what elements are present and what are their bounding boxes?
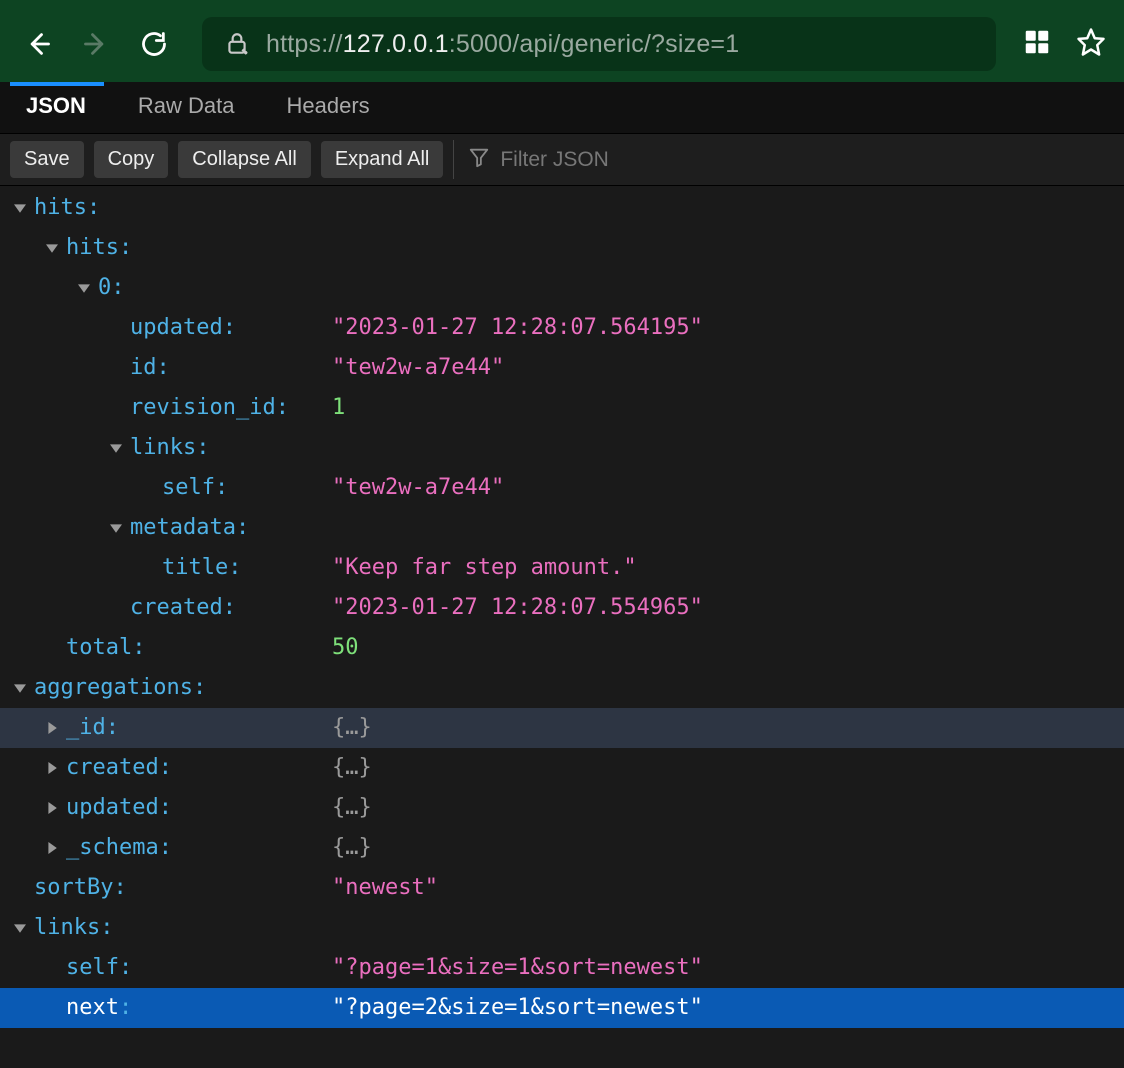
json-row-agg-id[interactable]: _id: {…} — [0, 708, 1124, 748]
json-key: hits — [66, 228, 119, 268]
chevron-down-icon[interactable] — [44, 240, 60, 256]
json-row-hits-hits[interactable]: hits: — [0, 228, 1124, 268]
json-row-id[interactable]: id: "tew2w-a7e44" — [0, 348, 1124, 388]
json-row-toplinks[interactable]: links: — [0, 908, 1124, 948]
chevron-down-icon[interactable] — [12, 920, 28, 936]
url-bar[interactable]: https://127.0.0.1:5000/api/generic/?size… — [202, 17, 996, 71]
tab-raw-data[interactable]: Raw Data — [112, 79, 261, 133]
url-text: https://127.0.0.1:5000/api/generic/?size… — [266, 30, 739, 59]
json-key: aggregations — [34, 668, 193, 708]
grid-icon[interactable] — [1022, 27, 1052, 62]
chevron-right-icon[interactable] — [44, 720, 60, 736]
json-value: "?page=2&size=1&sort=newest" — [332, 988, 703, 1028]
json-row-agg-created[interactable]: created: {…} — [0, 748, 1124, 788]
json-key: _id — [66, 708, 106, 748]
json-row-toplinks-next[interactable]: next: "?page=2&size=1&sort=newest" — [0, 988, 1124, 1028]
json-row-links-self[interactable]: self: "tew2w-a7e44" — [0, 468, 1124, 508]
json-key: created — [66, 748, 159, 788]
json-row-toplinks-self[interactable]: self: "?page=1&size=1&sort=newest" — [0, 948, 1124, 988]
copy-button[interactable]: Copy — [94, 141, 169, 178]
viewer-tabs: JSON Raw Data Headers — [0, 82, 1124, 134]
expand-all-button[interactable]: Expand All — [321, 141, 444, 178]
back-button[interactable] — [18, 24, 58, 64]
json-key: metadata — [130, 508, 236, 548]
filter-wrap — [453, 140, 1114, 179]
json-key: _schema — [66, 828, 159, 868]
chevron-down-icon[interactable] — [12, 200, 28, 216]
tab-json[interactable]: JSON — [0, 79, 112, 133]
json-key: title — [162, 548, 228, 588]
json-key: updated — [66, 788, 159, 828]
filter-icon — [468, 146, 490, 173]
chevron-right-icon[interactable] — [44, 760, 60, 776]
lock-warning-icon — [224, 31, 250, 57]
chevron-right-icon[interactable] — [44, 800, 60, 816]
star-icon[interactable] — [1076, 27, 1106, 62]
json-key: updated — [130, 308, 223, 348]
json-row-idx0[interactable]: 0: — [0, 268, 1124, 308]
json-row-title[interactable]: title: "Keep far step amount." — [0, 548, 1124, 588]
json-row-aggregations[interactable]: aggregations: — [0, 668, 1124, 708]
json-value-collapsed: {…} — [332, 788, 372, 828]
url-host: 127.0.0.1 — [343, 30, 449, 58]
json-value: "2023-01-27 12:28:07.554965" — [332, 588, 703, 628]
json-key: id — [130, 348, 157, 388]
json-key: self — [66, 948, 119, 988]
save-button[interactable]: Save — [10, 141, 84, 178]
tab-headers[interactable]: Headers — [261, 79, 396, 133]
json-value: "Keep far step amount." — [332, 548, 637, 588]
json-key: self — [162, 468, 215, 508]
json-row-links[interactable]: links: — [0, 428, 1124, 468]
json-key: 0 — [98, 268, 111, 308]
json-key: revision_id — [130, 388, 276, 428]
json-key: sortBy — [34, 868, 113, 908]
json-value: "tew2w-a7e44" — [332, 348, 504, 388]
chevron-down-icon[interactable] — [76, 280, 92, 296]
json-toolbar: Save Copy Collapse All Expand All — [0, 134, 1124, 186]
collapse-all-button[interactable]: Collapse All — [178, 141, 311, 178]
url-prefix: https:// — [266, 30, 343, 58]
browser-chrome: https://127.0.0.1:5000/api/generic/?size… — [0, 0, 1124, 82]
json-key: hits — [34, 188, 87, 228]
json-value: 50 — [332, 628, 359, 668]
json-row-updated[interactable]: updated: "2023-01-27 12:28:07.564195" — [0, 308, 1124, 348]
chevron-right-icon[interactable] — [44, 840, 60, 856]
json-row-revision[interactable]: revision_id: 1 — [0, 388, 1124, 428]
json-key: total — [66, 628, 132, 668]
json-value-collapsed: {…} — [332, 708, 372, 748]
json-value: 1 — [332, 388, 345, 428]
json-value: "?page=1&size=1&sort=newest" — [332, 948, 703, 988]
reload-button[interactable] — [134, 24, 174, 64]
filter-input[interactable] — [500, 148, 1114, 172]
json-key: next — [66, 988, 119, 1028]
json-tree: hits: hits: 0: updated: "2023-01-27 12:2… — [0, 186, 1124, 1028]
json-row-hits[interactable]: hits: — [0, 188, 1124, 228]
json-value-collapsed: {…} — [332, 748, 372, 788]
chevron-down-icon[interactable] — [108, 520, 124, 536]
chevron-down-icon[interactable] — [12, 680, 28, 696]
forward-button[interactable] — [76, 24, 116, 64]
json-value: "newest" — [332, 868, 438, 908]
json-value-collapsed: {…} — [332, 828, 372, 868]
json-key: created — [130, 588, 223, 628]
chrome-right-icons — [1022, 27, 1106, 62]
json-row-metadata[interactable]: metadata: — [0, 508, 1124, 548]
json-value: "tew2w-a7e44" — [332, 468, 504, 508]
json-row-agg-updated[interactable]: updated: {…} — [0, 788, 1124, 828]
json-row-total[interactable]: total: 50 — [0, 628, 1124, 668]
url-path: :5000/api/generic/?size=1 — [449, 30, 740, 58]
json-key: links — [130, 428, 196, 468]
json-row-created[interactable]: created: "2023-01-27 12:28:07.554965" — [0, 588, 1124, 628]
json-row-agg-schema[interactable]: _schema: {…} — [0, 828, 1124, 868]
active-tab-indicator — [10, 82, 104, 86]
json-value: "2023-01-27 12:28:07.564195" — [332, 308, 703, 348]
chevron-down-icon[interactable] — [108, 440, 124, 456]
json-row-sortby[interactable]: sortBy: "newest" — [0, 868, 1124, 908]
json-key: links — [34, 908, 100, 948]
